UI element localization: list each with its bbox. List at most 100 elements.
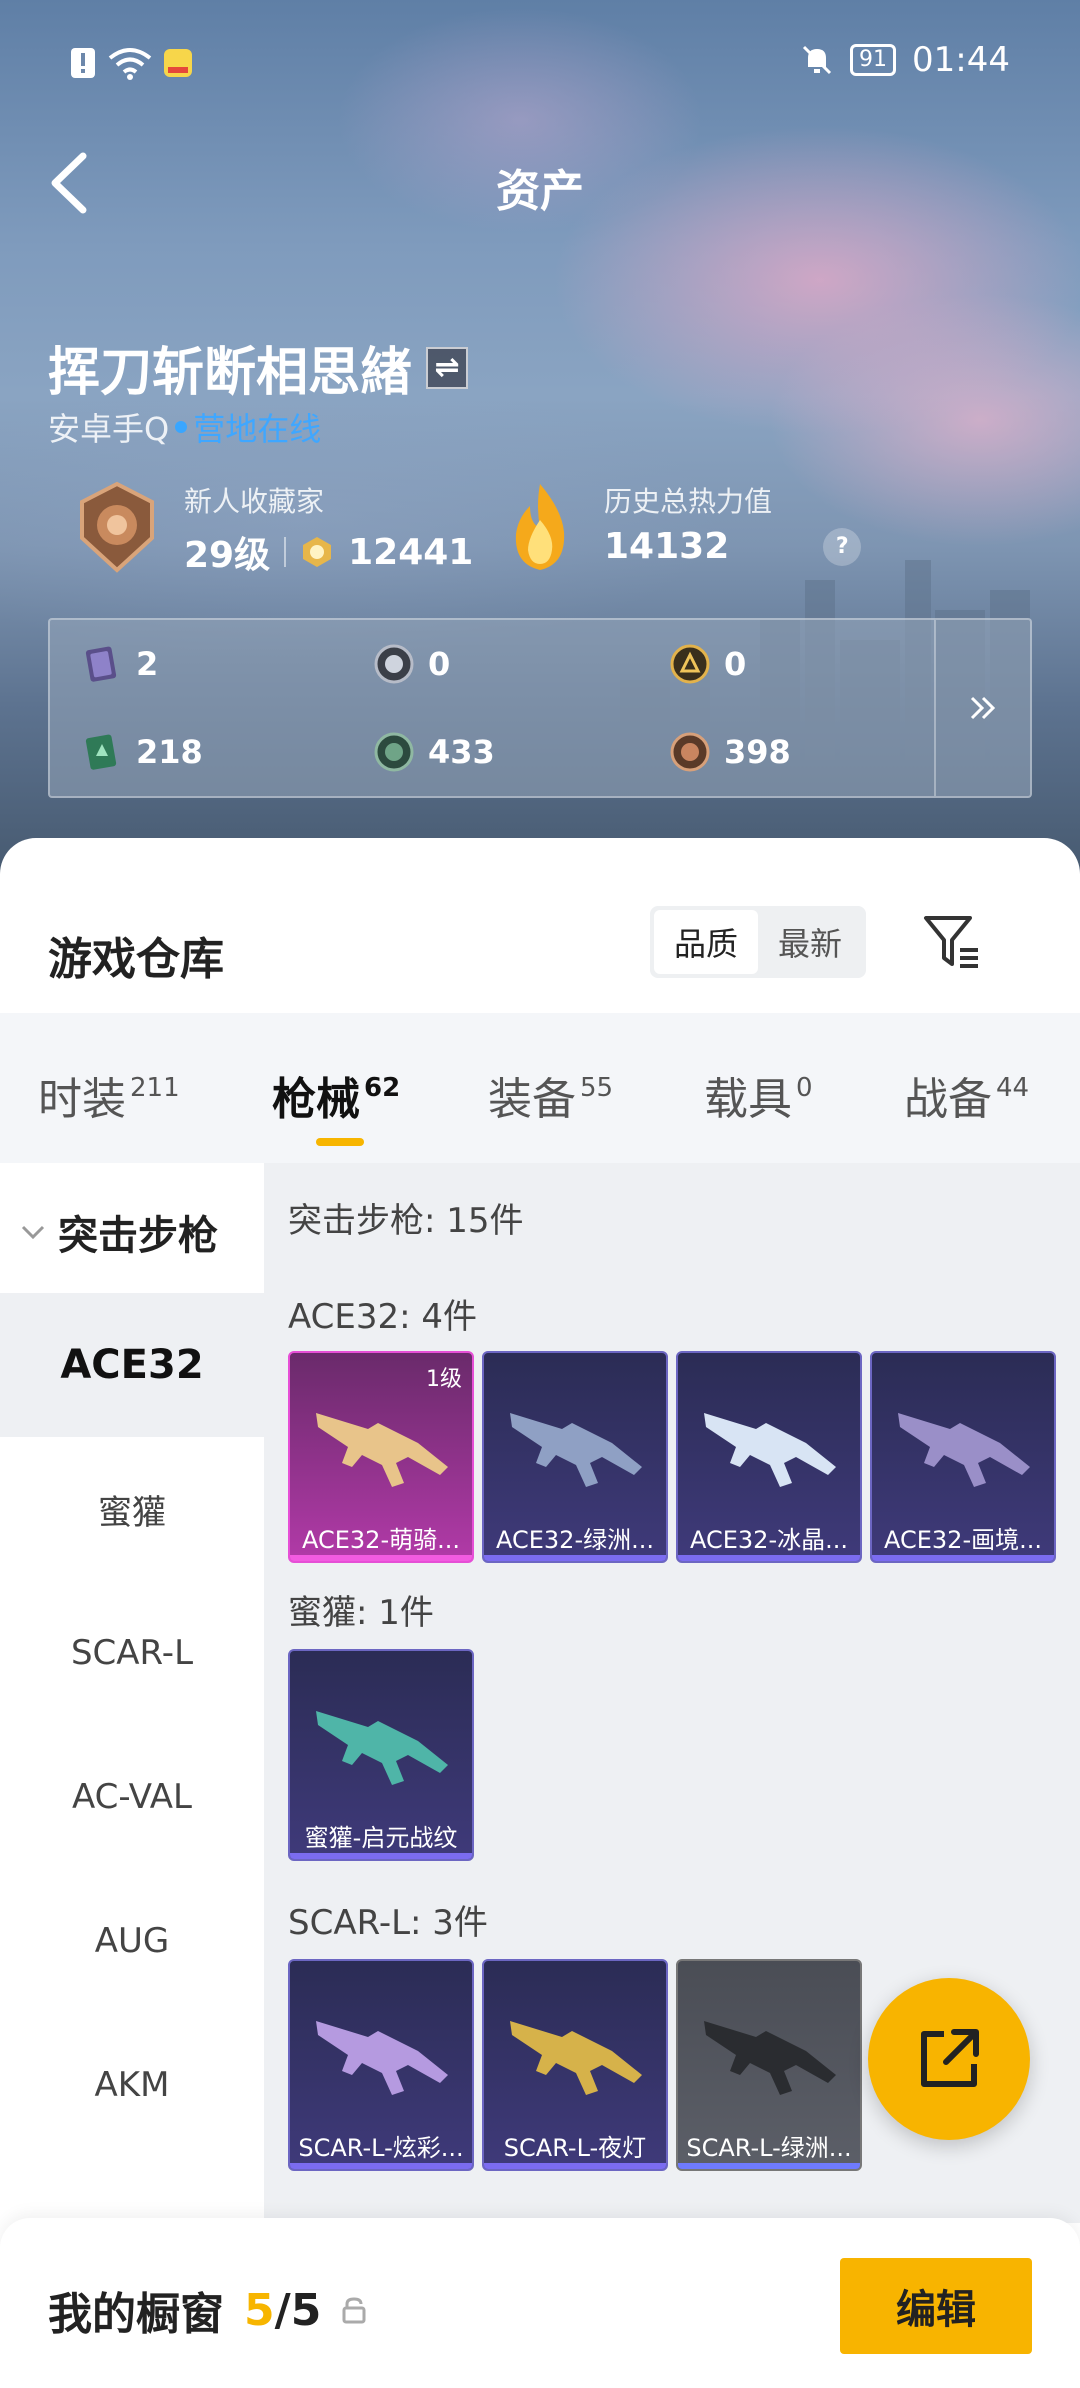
more-assets-button[interactable] [934, 620, 1030, 796]
weapon-card[interactable]: SCAR-L-绿洲... [676, 1959, 862, 2171]
group-title: ACE32: 4件 [288, 1297, 478, 1337]
sort-newest-button[interactable]: 最新 [758, 910, 862, 974]
rarity-bar [678, 1555, 860, 1561]
asset-item: 0 [670, 644, 746, 684]
rarity-bar [290, 1853, 472, 1859]
battery-indicator: 91 [850, 44, 897, 76]
tab-count: 0 [796, 1073, 813, 1103]
flame-icon [515, 484, 565, 570]
rarity-bar [872, 1555, 1054, 1561]
asset-item: 0 [374, 644, 450, 684]
help-icon[interactable]: ? [823, 527, 862, 566]
asset-value: 2 [136, 645, 159, 683]
rifle-icon [316, 1711, 448, 1785]
sidebar-item-honey-badger[interactable]: 蜜獾 [0, 1437, 264, 1581]
sort-toggle: 品质 最新 [650, 906, 866, 978]
edit-button[interactable]: 编辑 [840, 2258, 1032, 2354]
tab-supplies[interactable]: 战备 44 [904, 1063, 1029, 1127]
heat-label: 历史总热力值 [604, 485, 773, 518]
weapon-card[interactable]: ACE32-画境... [870, 1351, 1056, 1563]
weapon-card[interactable]: ACE32-绿洲... [482, 1351, 668, 1563]
asset-value: 398 [724, 733, 791, 771]
sidebar-item-akm[interactable]: AKM [0, 2013, 264, 2157]
status-bar: 91 01:44 [0, 40, 1080, 90]
green-coin-icon [374, 732, 414, 772]
asset-item: 2 [82, 644, 158, 684]
asset-item: 398 [670, 732, 791, 772]
sidebar-item-scar-l[interactable]: SCAR-L [0, 1581, 264, 1725]
sort-quality-button[interactable]: 品质 [654, 910, 758, 974]
share-button[interactable] [868, 1978, 1030, 2140]
purple-card-icon [85, 646, 117, 682]
rarity-bar [484, 2163, 666, 2169]
rarity-bar [290, 1555, 472, 1561]
gold-coin-icon [670, 644, 710, 684]
tab-label: 枪械 [272, 1074, 360, 1125]
weapon-card[interactable]: SCAR-L-夜灯 [482, 1959, 668, 2171]
collector-stat[interactable]: 新人收藏家 29级 12441 [72, 480, 473, 578]
tab-fashion[interactable]: 时装 211 [38, 1063, 180, 1127]
weapon-name: SCAR-L-绿洲... [686, 2134, 852, 2162]
online-status: 营地在线 [193, 410, 322, 448]
tab-count: 211 [130, 1073, 180, 1103]
showcase-count: 5/5 [244, 2285, 321, 2336]
warehouse-title: 游戏仓库 [48, 934, 224, 985]
asset-value: 218 [136, 733, 203, 771]
showcase-bar: 我的橱窗 5/5 编辑 [0, 2218, 1080, 2388]
currency-panel[interactable]: 2 0 0 218 433 398 [48, 618, 1032, 798]
tab-count: 44 [996, 1073, 1030, 1103]
sidebar-item-ac-val[interactable]: AC-VAL [0, 1725, 264, 1869]
tab-vehicles[interactable]: 载具 0 [704, 1063, 813, 1127]
sidebar-item-ace32[interactable]: ACE32 [0, 1293, 264, 1437]
heat-stat[interactable]: 历史总热力值 14132 ? [500, 480, 862, 570]
collector-points: 12441 [348, 531, 474, 573]
active-tab-indicator [316, 1138, 364, 1146]
collector-title: 新人收藏家 [184, 485, 325, 518]
asset-item: 433 [374, 732, 495, 772]
tab-label: 装备 [488, 1074, 576, 1125]
tab-firearms[interactable]: 枪械 62 [272, 1063, 400, 1127]
collector-medal-icon [80, 481, 154, 573]
username-text: 挥刀斩断相思緖 [48, 343, 413, 403]
group-title: 蜜獾: 1件 [288, 1593, 434, 1633]
online-dot-icon [175, 421, 188, 433]
page-title: 资产 [496, 166, 584, 217]
account-info: 安卓手Q 营地在线 [48, 404, 321, 450]
showcase-title: 我的橱窗 [48, 2289, 224, 2340]
alert-icon [71, 48, 95, 78]
warehouse-panel: 游戏仓库 品质 最新 时装 211 枪械 62 装备 55 载具 0 战备 44 突击步枪… [0, 838, 1080, 2388]
weapon-card[interactable]: SCAR-L-炫彩... [288, 1959, 474, 2171]
collector-level: 29级 [184, 535, 271, 576]
switch-account-icon[interactable]: ⇌ [426, 346, 469, 389]
asset-value: 0 [428, 645, 451, 683]
showcase-current: 5 [244, 2284, 275, 2336]
lock-icon [342, 2297, 366, 2324]
weapon-card[interactable]: 1级 ACE32-萌骑... [288, 1351, 474, 1563]
hero-banner: 91 01:44 资产 挥刀斩断相思緖 ⇌ 安卓手Q 营地在线 新人收藏家 29… [0, 0, 1080, 880]
tab-count: 62 [364, 1073, 401, 1103]
rifle-icon [316, 2021, 448, 2095]
rifle-icon [704, 2021, 836, 2095]
weapon-name: ACE32-绿洲... [495, 1526, 654, 1554]
silver-coin-icon [374, 644, 414, 684]
sidebar-category[interactable]: 突击步枪 [20, 1203, 218, 1261]
weapon-name: SCAR-L-炫彩... [298, 2134, 464, 2162]
category-label: 突击步枪 [58, 1213, 218, 1259]
weapon-card[interactable]: ACE32-冰晶... [676, 1351, 862, 1563]
filter-icon[interactable] [920, 910, 984, 974]
showcase-total: 5 [290, 2284, 322, 2336]
weapon-card[interactable]: 蜜獾-启元战纹 [288, 1649, 474, 1861]
category-tabs: 时装 211 枪械 62 装备 55 载具 0 战备 44 [0, 1013, 1080, 1163]
weapon-sidebar: 突击步枪 ACE32 蜜獾 SCAR-L AC-VAL AUG AKM [0, 1163, 264, 2223]
mute-bell-icon [802, 45, 832, 75]
heat-value: 14132 [604, 526, 730, 567]
weapon-name: ACE32-画境... [883, 1526, 1042, 1554]
rarity-bar [484, 1555, 666, 1561]
asset-item: 218 [82, 732, 203, 772]
external-link-icon [921, 2029, 979, 2087]
group-title: SCAR-L: 3件 [288, 1903, 488, 1943]
sidebar-item-aug[interactable]: AUG [0, 1869, 264, 2013]
bronze-coin-icon [670, 732, 710, 772]
rarity-bar [678, 2163, 860, 2169]
tab-equipment[interactable]: 装备 55 [488, 1063, 613, 1127]
